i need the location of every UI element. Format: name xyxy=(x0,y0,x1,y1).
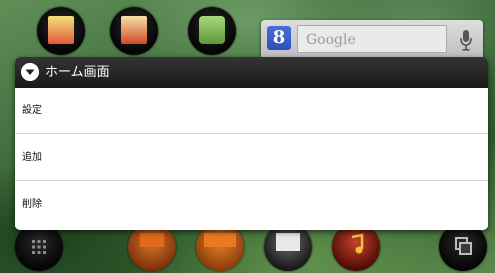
app-drawer-button[interactable] xyxy=(15,223,63,271)
music-icon xyxy=(351,233,364,254)
recent-apps-icon xyxy=(455,237,472,255)
au-app-icon xyxy=(140,233,164,247)
google-search-widget[interactable]: 8 Google xyxy=(261,20,483,60)
dock-shortcut-mail[interactable] xyxy=(264,223,312,271)
app-shortcut-1[interactable] xyxy=(37,7,85,55)
dialog-title: ホーム画面 xyxy=(45,65,110,80)
microphone-icon[interactable] xyxy=(459,29,473,51)
menu-item-add[interactable]: 追加 xyxy=(15,135,488,181)
search-input[interactable]: Google xyxy=(297,25,447,53)
dock-shortcut-au[interactable] xyxy=(128,223,176,271)
app-icon-red-yellow xyxy=(48,16,74,44)
app-icon-coupon xyxy=(121,16,147,44)
au-one-icon xyxy=(204,233,236,247)
chevron-down-icon xyxy=(21,63,39,81)
dock-shortcut-au-one[interactable] xyxy=(196,223,244,271)
market-icon xyxy=(199,16,225,44)
app-shortcut-market[interactable] xyxy=(188,7,236,55)
dialog-header: ホーム画面 xyxy=(15,57,488,88)
menu-item-settings[interactable]: 設定 xyxy=(15,88,488,134)
app-shortcut-2[interactable] xyxy=(110,7,158,55)
menu-item-delete[interactable]: 削除 xyxy=(15,182,488,228)
home-screen-dialog: ホーム画面 設定 追加 削除 xyxy=(15,57,488,230)
app-drawer-icon xyxy=(32,240,46,254)
google-logo-icon: 8 xyxy=(267,26,291,50)
recent-apps-button[interactable] xyxy=(439,223,487,271)
dock-shortcut-music[interactable] xyxy=(332,223,380,271)
mail-icon xyxy=(276,233,300,251)
